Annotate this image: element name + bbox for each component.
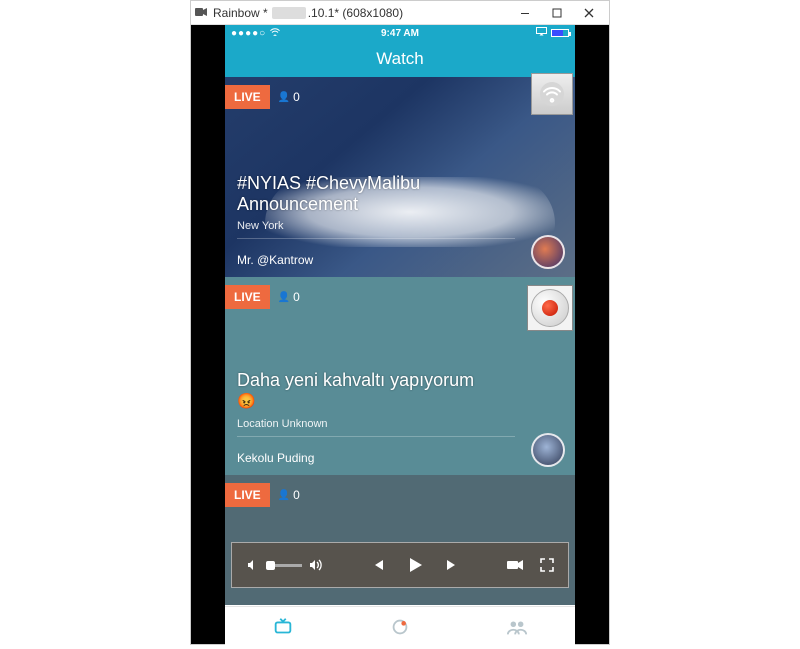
bottom-tab-bar (225, 606, 575, 646)
camera-icon (195, 6, 207, 20)
app-header-title: Watch (376, 49, 424, 69)
minimize-button[interactable] (509, 2, 541, 24)
tab-people[interactable] (458, 607, 575, 646)
maximize-button[interactable] (541, 2, 573, 24)
window-title-prefix: Rainbow * (213, 6, 268, 20)
stream-emoji: 😡 (237, 392, 515, 410)
stream-location: New York (237, 220, 515, 232)
redacted-segment (272, 7, 306, 19)
viewer-count: 0 (278, 290, 300, 304)
stream-location: Location Unknown (237, 418, 515, 430)
live-badge: LIVE (225, 483, 270, 507)
mirrored-screen-area: ●●●●○ 9:47 AM Watch (191, 25, 609, 644)
close-button[interactable] (573, 2, 605, 24)
recorder-window: Rainbow * .10.1* (608x1080) ●●●●○ 9:47 A… (190, 0, 610, 645)
stream-title: Daha yeni kahvaltı yapıyorum (237, 370, 515, 392)
tab-broadcast[interactable] (342, 607, 459, 646)
viewer-count: 0 (278, 90, 300, 104)
previous-button[interactable] (371, 558, 385, 572)
stream-title: #NYIAS #ChevyMalibu Announcement (237, 173, 515, 216)
avatar[interactable] (531, 433, 565, 467)
status-bar: ●●●●○ 9:47 AM (225, 25, 575, 41)
record-dot-icon (542, 300, 558, 316)
window-titlebar: Rainbow * .10.1* (608x1080) (191, 1, 609, 25)
tab-watch[interactable] (225, 607, 342, 646)
stream-feed[interactable]: LIVE 0 #NYIAS #ChevyMalibu Announcement … (225, 77, 575, 606)
stream-author: Mr. @Kantrow (237, 253, 515, 267)
avatar[interactable] (531, 235, 565, 269)
fullscreen-button[interactable] (540, 558, 554, 572)
player-control-bar (231, 542, 569, 588)
volume-max-icon[interactable] (308, 558, 324, 572)
overlay-wifi-button[interactable] (531, 73, 573, 115)
stream-author: Kekolu Puding (237, 451, 515, 465)
overlay-record-button[interactable] (527, 285, 573, 331)
battery-icon (551, 29, 569, 37)
play-button[interactable] (405, 555, 425, 575)
camera-button[interactable] (506, 558, 524, 572)
status-time: 9:47 AM (225, 28, 575, 39)
next-button[interactable] (445, 558, 459, 572)
window-title-suffix: .10.1* (608x1080) (308, 6, 403, 20)
stream-card[interactable]: LIVE 0 Daha yeni kahvaltı yapıyorum 😡 Lo… (225, 277, 575, 475)
volume-slider[interactable] (266, 564, 302, 567)
mute-button[interactable] (246, 558, 260, 572)
stream-card[interactable]: LIVE 0 #NYIAS #ChevyMalibu Announcement … (225, 77, 575, 277)
phone-screen: ●●●●○ 9:47 AM Watch (225, 25, 575, 646)
live-badge: LIVE (225, 285, 270, 309)
app-header: Watch (225, 41, 575, 77)
viewer-count: 0 (278, 488, 300, 502)
live-badge: LIVE (225, 85, 270, 109)
